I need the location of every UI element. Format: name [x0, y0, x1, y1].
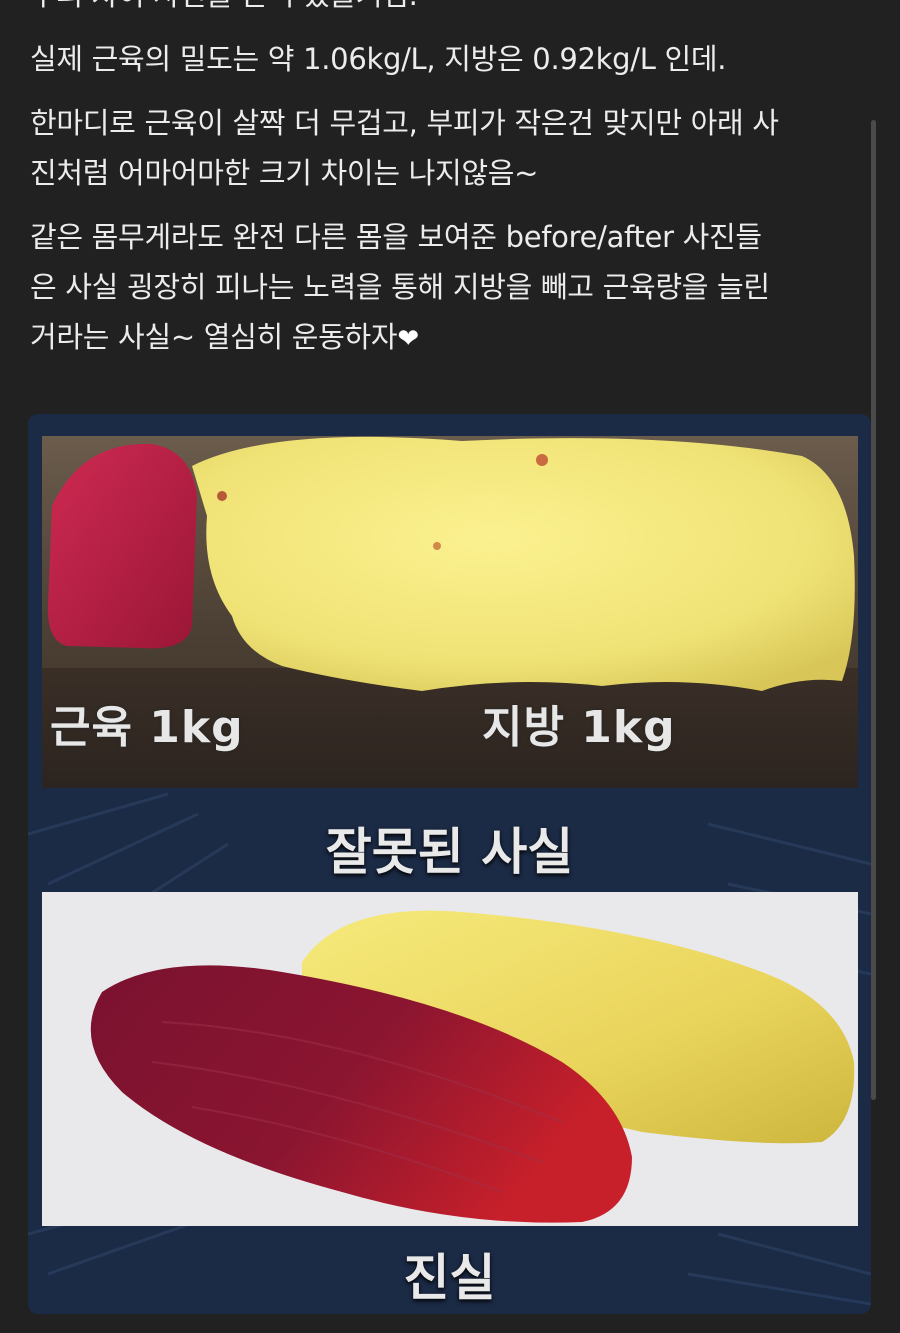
wrong-fact-caption: 잘못된 사실	[325, 823, 574, 881]
food-illustration-bottom	[90, 910, 855, 1223]
post-paragraph-weight: 한마디로 근육이 살짝 더 무겁고, 부피가 작은건 맞지만 아래 사진처럼 어…	[30, 98, 870, 198]
post-line: 진처럼 어마어마한 크기 차이는 나지않음~	[30, 156, 539, 190]
post-text-cutoff: 부피 차이 사진을 본적 있을거임.	[30, 0, 870, 20]
heart-icon: ❤	[397, 324, 419, 354]
post-line: 같은 몸무게라도 완전 다른 몸을 보여준 before/after 사진들	[30, 220, 762, 254]
wrong-fact-photo: 근육 1kg 지방 1kg	[42, 436, 858, 788]
fat-1kg-label: 지방 1kg	[482, 702, 676, 753]
post-line: 거라는 사실~ 열심히 운동하자	[30, 320, 398, 354]
muscle-1kg-label: 근육 1kg	[50, 702, 244, 753]
post-body: 부피 차이 사진을 본적 있을거임. 실제 근육의 밀도는 약 1.06kg/L…	[30, 0, 870, 378]
comparison-image[interactable]: 근육 1kg 지방 1kg 잘못된 사실 진실	[28, 414, 871, 1314]
post-line: 은 사실 굉장히 피나는 노력을 통해 지방을 빼고 근육량을 늘린	[30, 270, 770, 304]
truth-photo	[42, 892, 858, 1226]
truth-caption: 진실	[403, 1249, 496, 1307]
muscle-block-top	[47, 443, 198, 649]
scrollbar[interactable]	[871, 120, 876, 1100]
post-paragraph-before-after: 같은 몸무게라도 완전 다른 몸을 보여준 before/after 사진들은 …	[30, 212, 870, 364]
post-paragraph-density: 실제 근육의 밀도는 약 1.06kg/L, 지방은 0.92kg/L 인데.	[30, 42, 727, 76]
post-line: 한마디로 근육이 살짝 더 무겁고, 부피가 작은건 맞지만 아래 사	[30, 106, 779, 140]
fat-block-top	[192, 436, 855, 691]
